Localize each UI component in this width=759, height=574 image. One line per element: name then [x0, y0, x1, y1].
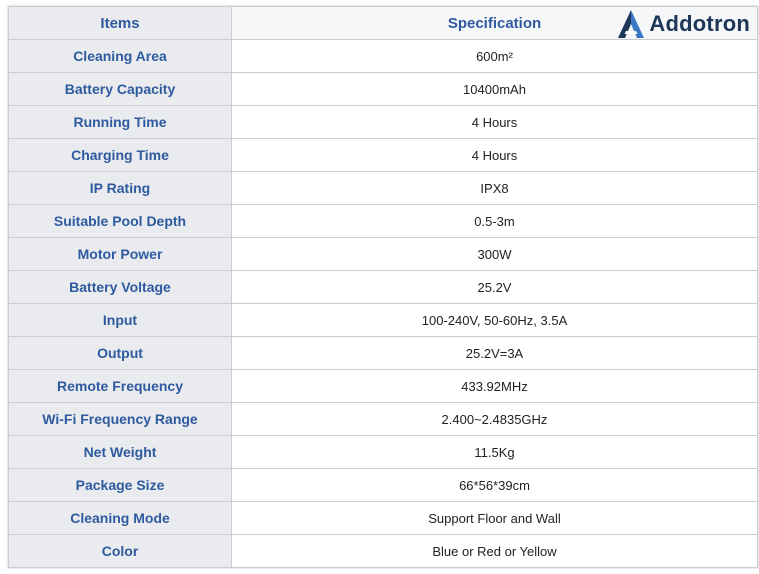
spec-item-value: 66*56*39cm: [231, 468, 758, 502]
spec-item-value: 2.400~2.4835GHz: [231, 402, 758, 436]
table-row: Output 25.2V=3A: [8, 336, 758, 370]
spec-item-label: Cleaning Area: [8, 39, 232, 73]
spec-item-label: Motor Power: [8, 237, 232, 271]
spec-item-value: Blue or Red or Yellow: [231, 534, 758, 568]
spec-item-label: Wi-Fi Frequency Range: [8, 402, 232, 436]
spec-item-value: 433.92MHz: [231, 369, 758, 403]
spec-sheet: Items Specification Cleaning Area 600m² Ba…: [8, 6, 758, 568]
spec-table: Items Specification Cleaning Area 600m² Ba…: [8, 6, 758, 568]
table-row: Battery Voltage 25.2V: [8, 270, 758, 304]
spec-item-label: Color: [8, 534, 232, 568]
table-row: IP Rating IPX8: [8, 171, 758, 205]
spec-item-value: 25.2V=3A: [231, 336, 758, 370]
table-row: Battery Capacity 10400mAh: [8, 72, 758, 106]
spec-item-label: Battery Voltage: [8, 270, 232, 304]
spec-item-value: 10400mAh: [231, 72, 758, 106]
spec-item-value: 0.5-3m: [231, 204, 758, 238]
spec-item-value: 600m²: [231, 39, 758, 73]
spec-item-label: Cleaning Mode: [8, 501, 232, 535]
spec-item-value: IPX8: [231, 171, 758, 205]
addotron-logo-icon: [618, 10, 645, 38]
table-row: Package Size 66*56*39cm: [8, 468, 758, 502]
table-row: Net Weight 11.5Kg: [8, 435, 758, 469]
table-row: Wi-Fi Frequency Range 2.400~2.4835GHz: [8, 402, 758, 436]
spec-item-value: 11.5Kg: [231, 435, 758, 469]
logo-text: Addotron: [649, 11, 750, 36]
brand-logo: Addotron: [617, 9, 750, 39]
spec-item-label: Charging Time: [8, 138, 232, 172]
table-row: Color Blue or Red or Yellow: [8, 534, 758, 568]
table-row: Motor Power 300W: [8, 237, 758, 271]
table-row: Remote Frequency 433.92MHz: [8, 369, 758, 403]
table-row: Input 100-240V, 50-60Hz, 3.5A: [8, 303, 758, 337]
spec-item-value: 4 Hours: [231, 138, 758, 172]
spec-item-value: Support Floor and Wall: [231, 501, 758, 535]
spec-item-label: Net Weight: [8, 435, 232, 469]
table-row: Charging Time 4 Hours: [8, 138, 758, 172]
spec-item-label: Input: [8, 303, 232, 337]
spec-item-label: Remote Frequency: [8, 369, 232, 403]
spec-item-value: 4 Hours: [231, 105, 758, 139]
spec-item-value: 100-240V, 50-60Hz, 3.5A: [231, 303, 758, 337]
spec-item-label: Package Size: [8, 468, 232, 502]
spec-item-label: Suitable Pool Depth: [8, 204, 232, 238]
table-row: Cleaning Area 600m²: [8, 39, 758, 73]
spec-item-label: Output: [8, 336, 232, 370]
spec-item-label: Running Time: [8, 105, 232, 139]
items-column-header: Items: [8, 6, 232, 40]
spec-table-body: Cleaning Area 600m² Battery Capacity 10400m…: [8, 39, 758, 568]
table-row: Cleaning Mode Support Floor and Wall: [8, 501, 758, 535]
spec-item-label: IP Rating: [8, 171, 232, 205]
table-row: Running Time 4 Hours: [8, 105, 758, 139]
table-row: Suitable Pool Depth 0.5-3m: [8, 204, 758, 238]
spec-item-value: 300W: [231, 237, 758, 271]
spec-item-label: Battery Capacity: [8, 72, 232, 106]
spec-item-value: 25.2V: [231, 270, 758, 304]
